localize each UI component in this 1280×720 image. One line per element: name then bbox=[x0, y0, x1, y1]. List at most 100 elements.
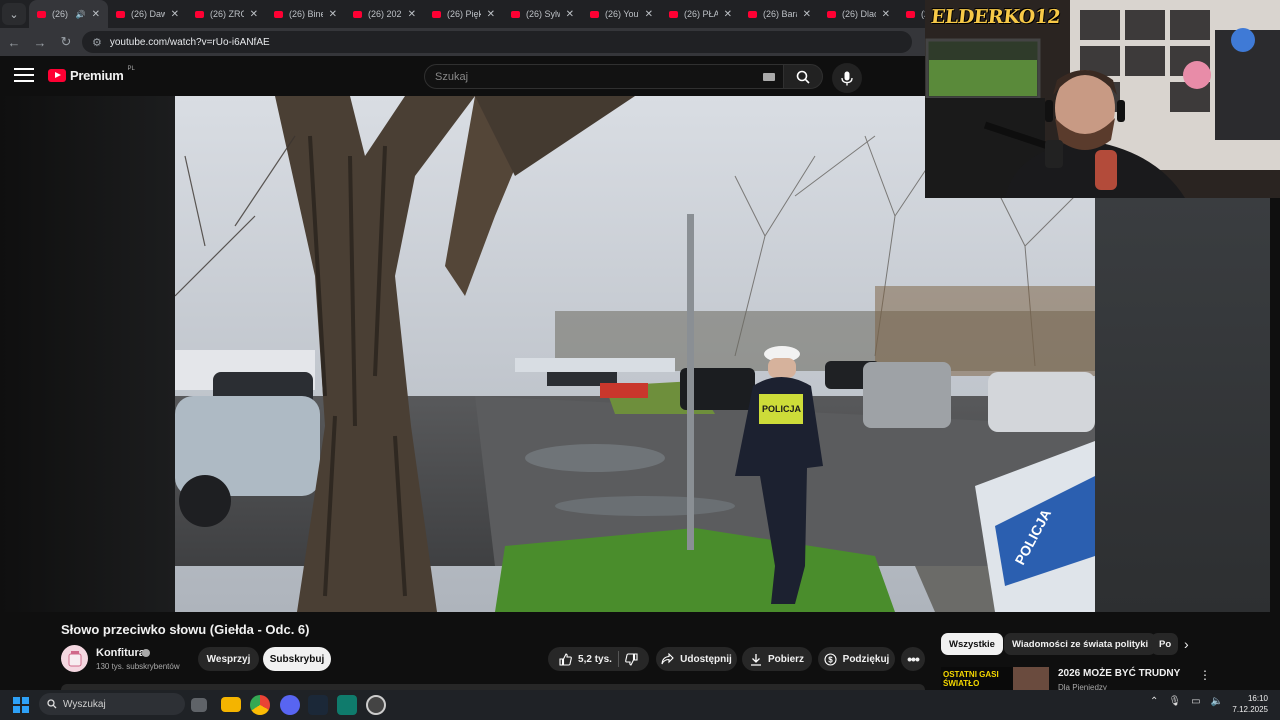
browser-tab[interactable]: (26) ZRO ✕ bbox=[187, 0, 266, 28]
video-title: Słowo przeciwko słowu (Giełda - Odc. 6) bbox=[61, 622, 310, 637]
tab-title: (26) Dlac bbox=[842, 9, 876, 19]
youtube-favicon-icon bbox=[274, 10, 283, 18]
more-icon: ••• bbox=[907, 651, 920, 667]
youtube-favicon-icon bbox=[590, 10, 599, 18]
youtube-favicon-icon bbox=[748, 10, 757, 18]
recommendation-title[interactable]: 2026 MOŻE BYĆ TRUDNY bbox=[1058, 668, 1180, 679]
thanks-button[interactable]: $ Podziękuj bbox=[818, 647, 895, 671]
download-button[interactable]: Pobierz bbox=[742, 647, 812, 671]
chevron-right-icon[interactable]: › bbox=[1184, 636, 1189, 652]
steam-icon[interactable] bbox=[308, 695, 328, 715]
tab-title: (26) 2026 bbox=[368, 9, 402, 19]
tab-search-button[interactable]: ⌄ bbox=[2, 3, 26, 25]
clock-time: 16:10 bbox=[1247, 694, 1268, 703]
kebab-menu-icon[interactable]: ⋮ bbox=[1199, 668, 1211, 682]
search-input[interactable]: Szukaj bbox=[424, 64, 786, 89]
page-background-left bbox=[0, 96, 175, 612]
youtube-logo[interactable]: Premium PL bbox=[48, 66, 135, 83]
channel-name[interactable]: Konfitura bbox=[96, 647, 145, 659]
site-info-icon[interactable]: ⚙ bbox=[92, 36, 102, 49]
obs-icon[interactable] bbox=[366, 695, 386, 715]
close-tab-icon[interactable]: ✕ bbox=[329, 9, 337, 20]
support-button[interactable]: Wesprzyj bbox=[198, 647, 259, 671]
back-icon[interactable]: ← bbox=[2, 30, 26, 54]
search-button[interactable] bbox=[783, 64, 823, 89]
reload-icon[interactable]: ↻ bbox=[54, 30, 78, 54]
taskbar-clock[interactable]: 16:10 7.12.2025 bbox=[1228, 693, 1268, 715]
microphone-icon[interactable]: 🎙 bbox=[1168, 696, 1181, 707]
browser-tab[interactable]: (26) YouT ✕ bbox=[582, 0, 661, 28]
close-tab-icon[interactable]: ✕ bbox=[724, 9, 732, 20]
close-tab-icon[interactable]: ✕ bbox=[803, 9, 811, 20]
tab-title: (26) Pięk bbox=[447, 9, 481, 19]
speaker-icon[interactable]: 🔊 bbox=[76, 10, 86, 19]
webcam-overlay: ELDERKO12 bbox=[925, 0, 1280, 198]
close-tab-icon[interactable]: ✕ bbox=[487, 9, 495, 20]
like-dislike-group: 5,2 tys. bbox=[548, 647, 649, 671]
browser-tab[interactable]: (26) PŁAC ✕ bbox=[661, 0, 740, 28]
page-background-right bbox=[1095, 198, 1270, 612]
file-explorer-icon[interactable] bbox=[221, 697, 241, 712]
youtube-play-icon bbox=[48, 69, 66, 82]
chip-all[interactable]: Wszystkie bbox=[941, 633, 1003, 655]
address-bar[interactable]: ⚙ youtube.com/watch?v=rUo-i6ANfAE bbox=[82, 31, 912, 53]
search-icon bbox=[796, 70, 810, 84]
taskbar-search-label: Wyszukaj bbox=[63, 698, 106, 710]
subscriber-count: 130 tys. subskrybentów bbox=[96, 662, 180, 671]
discord-icon[interactable] bbox=[280, 695, 300, 715]
youtube-favicon-icon bbox=[511, 10, 520, 18]
close-tab-icon[interactable]: ✕ bbox=[171, 9, 179, 20]
more-actions-button[interactable]: ••• bbox=[901, 647, 925, 671]
tab-title: (26) Bine bbox=[289, 9, 323, 19]
browser-tab[interactable]: (26) 2026 ✕ bbox=[345, 0, 424, 28]
thanks-icon: $ bbox=[824, 652, 837, 666]
tab-title: (26) S bbox=[52, 9, 70, 19]
close-tab-icon[interactable]: ✕ bbox=[250, 9, 258, 20]
like-count[interactable]: 5,2 tys. bbox=[578, 654, 612, 665]
share-button[interactable]: Udostępnij bbox=[656, 647, 737, 671]
chrome-icon[interactable] bbox=[250, 695, 270, 715]
volume-icon[interactable]: 🔈 bbox=[1211, 696, 1223, 707]
forward-icon[interactable]: → bbox=[28, 30, 52, 54]
close-tab-icon[interactable]: ✕ bbox=[645, 9, 653, 20]
close-tab-icon[interactable]: ✕ bbox=[882, 9, 890, 20]
search-icon bbox=[47, 699, 57, 709]
system-tray: ⌃ 🎙 ▭ 🔈 bbox=[1150, 696, 1223, 707]
youtube-favicon-icon bbox=[195, 10, 204, 18]
close-tab-icon[interactable]: ✕ bbox=[566, 9, 574, 20]
chip-partial[interactable]: Po bbox=[1151, 633, 1178, 655]
browser-tab[interactable]: (26) Pięk ✕ bbox=[424, 0, 503, 28]
chevron-up-icon[interactable]: ⌃ bbox=[1150, 696, 1158, 707]
recommendation-thumbnail[interactable]: OSTATNI GASI ŚWIATŁO bbox=[941, 667, 1049, 690]
channel-avatar[interactable] bbox=[61, 645, 88, 672]
browser-tab[interactable]: (26) Sylw ✕ bbox=[503, 0, 582, 28]
browser-tab[interactable]: (26) Dlac ✕ bbox=[819, 0, 898, 28]
menu-icon[interactable] bbox=[14, 68, 34, 84]
task-view-icon[interactable] bbox=[191, 698, 207, 712]
tab-title: (26) PŁAC bbox=[684, 9, 718, 19]
windows-start-icon[interactable] bbox=[13, 697, 29, 713]
share-label: Udostępnij bbox=[680, 653, 732, 665]
app-icon[interactable] bbox=[337, 695, 357, 715]
dislike-icon[interactable] bbox=[625, 652, 638, 666]
clock-date: 7.12.2025 bbox=[1232, 705, 1268, 714]
like-icon[interactable] bbox=[559, 652, 572, 666]
youtube-favicon-icon bbox=[353, 10, 362, 18]
webcam-feed bbox=[925, 0, 1280, 198]
browser-tab[interactable]: (26) Dawn ✕ bbox=[108, 0, 187, 28]
browser-tab[interactable]: (26) Bine ✕ bbox=[266, 0, 345, 28]
chip-politics-news[interactable]: Wiadomości ze świata polityki bbox=[1004, 633, 1157, 655]
subscribe-button[interactable]: Subskrybuj bbox=[263, 647, 331, 671]
close-tab-icon[interactable]: ✕ bbox=[408, 9, 416, 20]
youtube-favicon-icon bbox=[116, 10, 125, 18]
browser-tab[interactable]: (26) S 🔊 ✕ bbox=[29, 0, 108, 28]
network-icon[interactable]: ▭ bbox=[1191, 696, 1200, 707]
keyboard-icon[interactable] bbox=[763, 73, 775, 81]
mic-icon bbox=[841, 71, 853, 85]
browser-tab[interactable]: (26) Bara ✕ bbox=[740, 0, 819, 28]
svg-text:$: $ bbox=[828, 655, 833, 664]
voice-search-button[interactable] bbox=[832, 63, 862, 93]
close-tab-icon[interactable]: ✕ bbox=[92, 9, 100, 20]
thanks-label: Podziękuj bbox=[842, 653, 890, 665]
taskbar-search[interactable]: Wyszukaj bbox=[39, 693, 185, 715]
